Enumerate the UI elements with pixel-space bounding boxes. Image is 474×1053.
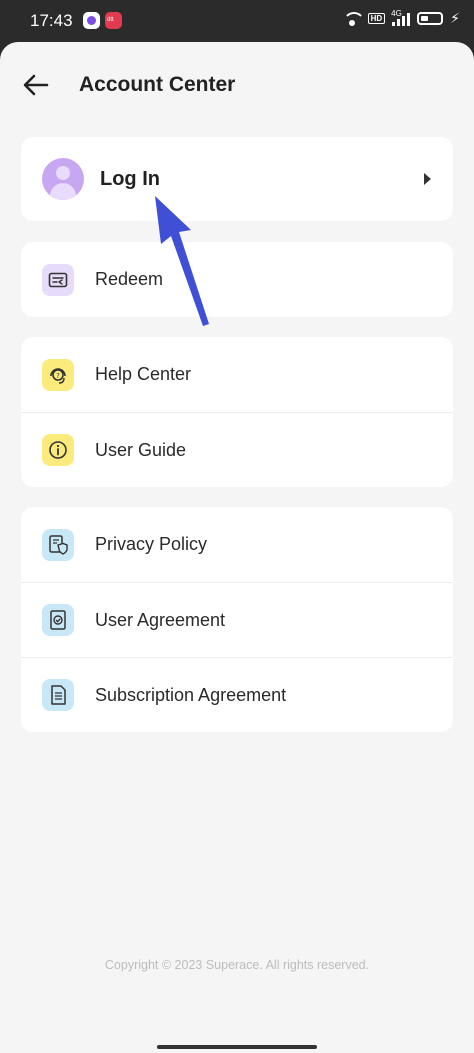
- page-title: Account Center: [79, 73, 236, 96]
- app-badge-icon: dtt: [105, 12, 122, 29]
- header: Account Center: [0, 62, 474, 108]
- arrow-left-icon: [23, 74, 49, 96]
- menu-item-user-agreement[interactable]: User Agreement: [21, 582, 453, 657]
- shield-document-icon: [42, 528, 74, 561]
- status-time: 17:43: [30, 11, 73, 30]
- account-center-screen: Account Center Log In Redeem ? Help Cent…: [0, 42, 474, 1053]
- menu-item-user-guide[interactable]: User Guide: [21, 412, 453, 487]
- document-icon: [42, 679, 74, 711]
- charging-icon: ⚡: [450, 10, 460, 26]
- login-label: Log In: [100, 167, 160, 190]
- menu-item-redeem[interactable]: Redeem: [21, 242, 453, 317]
- redeem-card: Redeem: [21, 242, 453, 317]
- back-button[interactable]: [18, 67, 54, 103]
- app-badge-text: dtt: [107, 17, 114, 23]
- status-bar: 17:43 dtt HD 4G ⚡: [0, 0, 474, 42]
- ticket-icon: [42, 263, 74, 296]
- help-card: ? Help Center User Guide: [21, 337, 453, 487]
- user-avatar-icon: [42, 158, 84, 200]
- menu-item-label: Help Center: [95, 364, 192, 384]
- menu-item-label: Subscription Agreement: [95, 684, 287, 705]
- battery-icon: [417, 12, 444, 25]
- menu-item-privacy-policy[interactable]: Privacy Policy: [21, 507, 453, 582]
- status-indicators: HD 4G ⚡: [342, 8, 460, 27]
- chevron-right-icon: [424, 173, 431, 185]
- menu-item-label: Privacy Policy: [95, 534, 208, 554]
- app-notification-icon: [83, 12, 100, 29]
- check-document-icon: [42, 604, 74, 636]
- login-card[interactable]: Log In: [21, 137, 453, 221]
- menu-item-subscription-agreement[interactable]: Subscription Agreement: [21, 657, 453, 732]
- home-indicator[interactable]: [157, 1045, 317, 1049]
- pointer-arrow-icon: [155, 196, 209, 326]
- menu-item-label: User Agreement: [95, 609, 226, 630]
- copyright-text: Copyright © 2023 Superace. All rights re…: [104, 958, 370, 972]
- hd-badge: HD: [367, 13, 386, 24]
- headset-icon: ?: [42, 358, 74, 391]
- wifi-icon: [342, 11, 365, 26]
- menu-item-help-center[interactable]: ? Help Center: [21, 337, 453, 412]
- menu-item-label: User Guide: [95, 439, 187, 460]
- signal-icon: 4G: [391, 8, 411, 26]
- legal-card: Privacy Policy User Agreement Subscripti…: [21, 507, 453, 732]
- info-icon: [42, 434, 74, 466]
- network-type-label: 4G: [391, 8, 402, 18]
- login-row[interactable]: Log In: [21, 137, 453, 221]
- svg-text:?: ?: [56, 372, 60, 380]
